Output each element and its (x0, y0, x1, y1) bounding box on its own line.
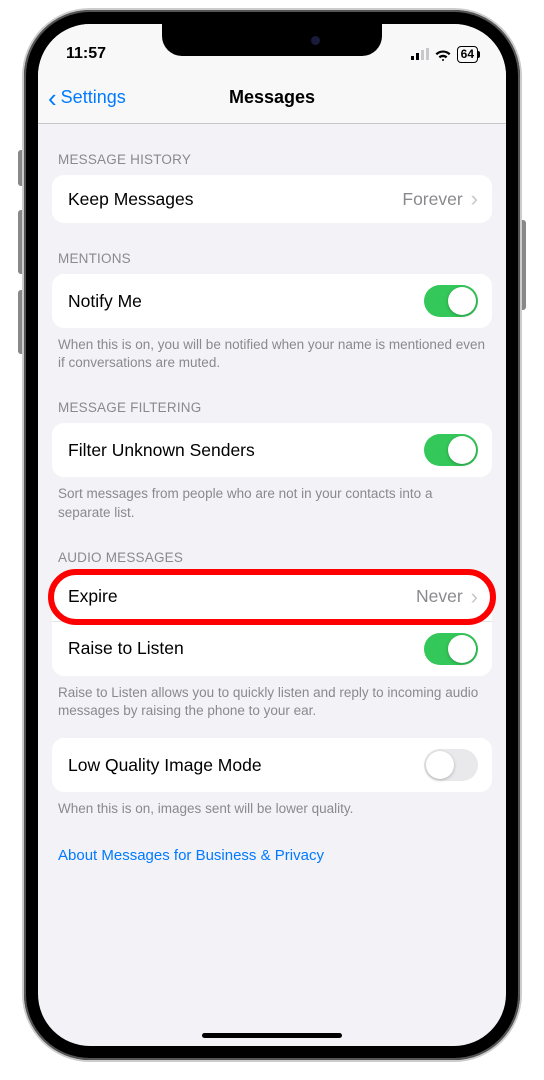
battery-icon: 64 (457, 46, 478, 63)
row-value: Never (416, 586, 463, 607)
row-raise-to-listen[interactable]: Raise to Listen (52, 621, 492, 676)
group-low-quality: Low Quality Image Mode (52, 738, 492, 792)
section-header-audio-messages: AUDIO MESSAGES (38, 522, 506, 573)
row-filter-unknown[interactable]: Filter Unknown Senders (52, 423, 492, 477)
row-expire[interactable]: Expire Never › (52, 573, 492, 621)
row-keep-messages[interactable]: Keep Messages Forever › (52, 175, 492, 223)
nav-bar: ‹ Settings Messages (38, 72, 506, 124)
status-time: 11:57 (66, 45, 106, 63)
row-label: Notify Me (68, 291, 142, 312)
screen: 11:57 64 ‹ Settings Messages MESSAGE HIS… (38, 24, 506, 1046)
row-notify-me[interactable]: Notify Me (52, 274, 492, 328)
group-audio-messages: Expire Never › Raise to Listen (52, 573, 492, 676)
row-label: Keep Messages (68, 189, 194, 210)
toggle-raise-to-listen[interactable] (424, 633, 478, 665)
status-right: 64 (411, 46, 478, 63)
row-label: Expire (68, 586, 118, 607)
footer-message-filtering: Sort messages from people who are not in… (38, 477, 506, 521)
section-header-message-history: MESSAGE HISTORY (38, 124, 506, 175)
back-label: Settings (61, 87, 126, 108)
home-indicator[interactable] (202, 1033, 342, 1038)
link-about-business-privacy[interactable]: About Messages for Business & Privacy (38, 819, 506, 870)
row-label: Raise to Listen (68, 638, 184, 659)
footer-low-quality: When this is on, images sent will be low… (38, 792, 506, 818)
cellular-icon (411, 48, 429, 60)
footer-mentions: When this is on, you will be notified wh… (38, 328, 506, 372)
group-message-filtering: Filter Unknown Senders (52, 423, 492, 477)
toggle-low-quality[interactable] (424, 749, 478, 781)
row-value: Forever (402, 189, 462, 210)
row-right: Forever › (402, 188, 478, 210)
group-message-history: Keep Messages Forever › (52, 175, 492, 223)
chevron-right-icon: › (471, 586, 478, 608)
row-low-quality[interactable]: Low Quality Image Mode (52, 738, 492, 792)
notch (162, 24, 382, 56)
row-right: Never › (416, 586, 478, 608)
row-label: Low Quality Image Mode (68, 755, 262, 776)
section-header-mentions: MENTIONS (38, 223, 506, 274)
chevron-left-icon: ‹ (48, 85, 57, 111)
row-label: Filter Unknown Senders (68, 440, 255, 461)
group-mentions: Notify Me (52, 274, 492, 328)
chevron-right-icon: › (471, 188, 478, 210)
phone-frame: 11:57 64 ‹ Settings Messages MESSAGE HIS… (24, 10, 520, 1060)
content: MESSAGE HISTORY Keep Messages Forever › … (38, 124, 506, 890)
section-header-message-filtering: MESSAGE FILTERING (38, 372, 506, 423)
toggle-notify-me[interactable] (424, 285, 478, 317)
wifi-icon (434, 48, 452, 61)
footer-audio-messages: Raise to Listen allows you to quickly li… (38, 676, 506, 720)
back-button[interactable]: ‹ Settings (38, 85, 126, 111)
toggle-filter-unknown[interactable] (424, 434, 478, 466)
